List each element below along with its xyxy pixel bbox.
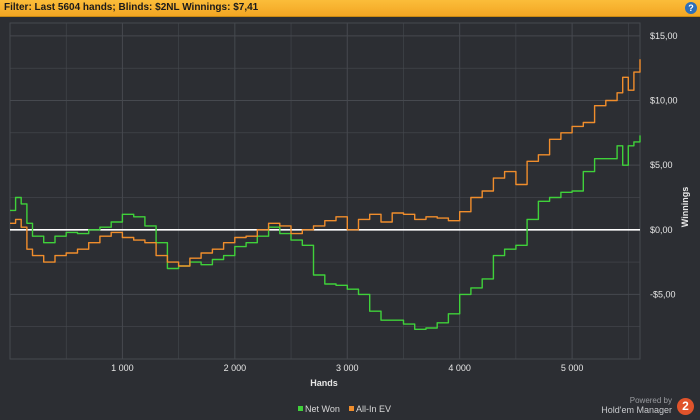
x-tick-label: 2 000: [224, 363, 247, 373]
legend-label: All-In EV: [356, 404, 391, 414]
legend-swatch: [349, 406, 354, 411]
y-tick-label: -$5,00: [650, 289, 676, 299]
y-axis-label: Winnings: [680, 187, 690, 227]
winnings-chart: $15,00 $10,00 $5,00 $0,00 -$5,00 1 000 2 000 3…: [9, 22, 690, 414]
series-line-all-in-ev: [10, 59, 641, 267]
help-icon[interactable]: ?: [685, 2, 697, 14]
legend-swatch: [298, 406, 303, 411]
y-tick-label: $15,00: [650, 31, 678, 41]
brand-logo: Powered by Hold'em Manager 2: [601, 396, 694, 416]
legend-label: Net Won: [305, 404, 340, 414]
series-line-net-won: [10, 135, 641, 330]
logo-badge-icon: 2: [677, 398, 694, 415]
filter-text: Filter: Last 5604 hands; Blinds: $2NL Wi…: [4, 2, 259, 13]
x-axis-label: Hands: [310, 378, 338, 388]
plot-border: [9, 22, 641, 360]
filter-bar: Filter: Last 5604 hands; Blinds: $2NL Wi…: [0, 0, 700, 17]
x-tick-label: 1 000: [111, 363, 134, 373]
y-tick-label: $5,00: [650, 160, 673, 170]
grid: [9, 22, 641, 360]
x-tick-label: 3 000: [336, 363, 359, 373]
y-tick-label: $10,00: [650, 96, 678, 106]
series-layer: [10, 59, 641, 330]
brand-name: Hold'em Manager: [601, 405, 672, 415]
powered-by-text: Powered by: [629, 396, 672, 405]
legend: Net Won All-In EV: [298, 404, 391, 414]
y-tick-label: $0,00: [650, 225, 673, 235]
x-tick-label: 4 000: [448, 363, 471, 373]
x-tick-labels: 1 000 2 000 3 000 4 000 5 000: [111, 363, 583, 373]
x-tick-label: 5 000: [561, 363, 584, 373]
y-tick-labels: $15,00 $10,00 $5,00 $0,00 -$5,00: [650, 31, 678, 299]
